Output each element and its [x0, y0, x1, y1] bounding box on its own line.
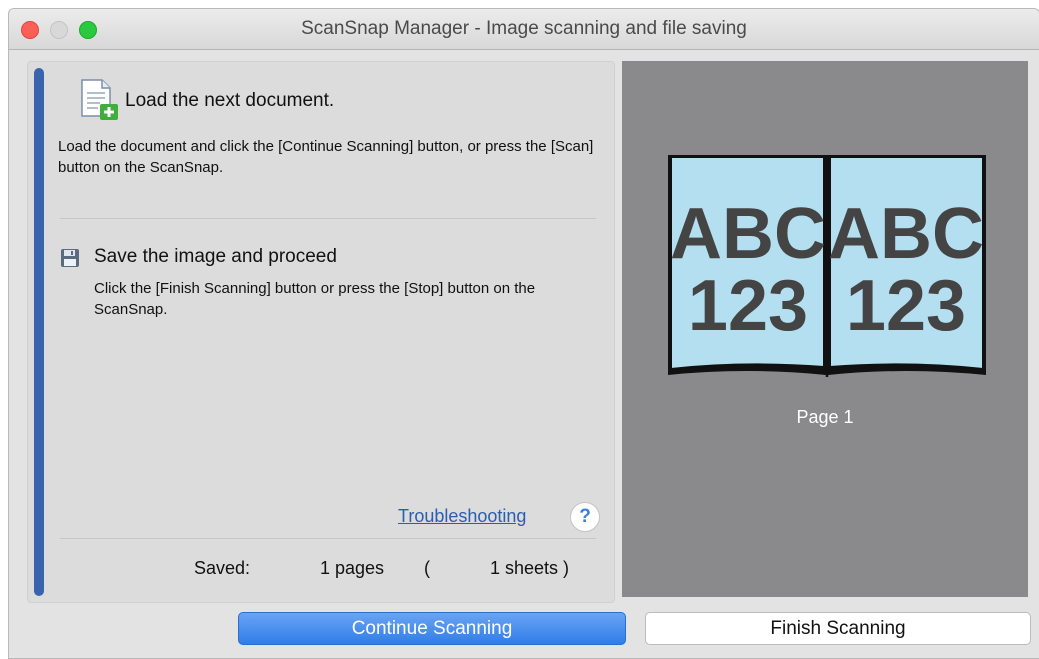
title-bar: ScanSnap Manager - Image scanning and fi…	[9, 9, 1039, 50]
saved-pages-count: 1 pages	[320, 558, 385, 578]
troubleshooting-link[interactable]: Troubleshooting	[398, 506, 526, 527]
scansnap-window: ScanSnap Manager - Image scanning and fi…	[8, 8, 1039, 659]
instructions-panel: Load the next document. Load the documen…	[27, 61, 615, 603]
saved-sheets-count: 1 sheets )	[490, 558, 570, 578]
saved-open-paren: (	[424, 558, 430, 578]
continue-scanning-button[interactable]: Continue Scanning	[238, 612, 626, 645]
step2-description: Click the [Finish Scanning] button or pr…	[94, 280, 536, 318]
finish-scanning-button[interactable]: Finish Scanning	[645, 612, 1031, 645]
step-progress-bar	[34, 68, 44, 596]
step1-title: Load the next document.	[125, 90, 335, 111]
scanned-page-thumbnail[interactable]: ABC 123 ABC 123	[666, 153, 988, 387]
floppy-disk-icon	[61, 249, 79, 267]
right-page-text-bottom: 123	[846, 266, 966, 346]
step2-title: Save the image and proceed	[94, 246, 337, 267]
left-page-text-top: ABC	[670, 194, 826, 274]
document-add-icon	[81, 79, 118, 120]
window-title: ScanSnap Manager - Image scanning and fi…	[301, 18, 747, 39]
divider	[60, 218, 596, 219]
step1-description: Load the document and click the [Continu…	[58, 138, 594, 176]
left-page-text-bottom: 123	[688, 266, 808, 346]
right-page-text-top: ABC	[828, 194, 984, 274]
page-label: Page 1	[796, 407, 854, 427]
scan-preview-panel: ABC 123 ABC 123 Page 1	[622, 61, 1028, 597]
help-button[interactable]: ?	[570, 502, 600, 532]
saved-label: Saved:	[194, 558, 251, 578]
divider	[60, 538, 596, 539]
